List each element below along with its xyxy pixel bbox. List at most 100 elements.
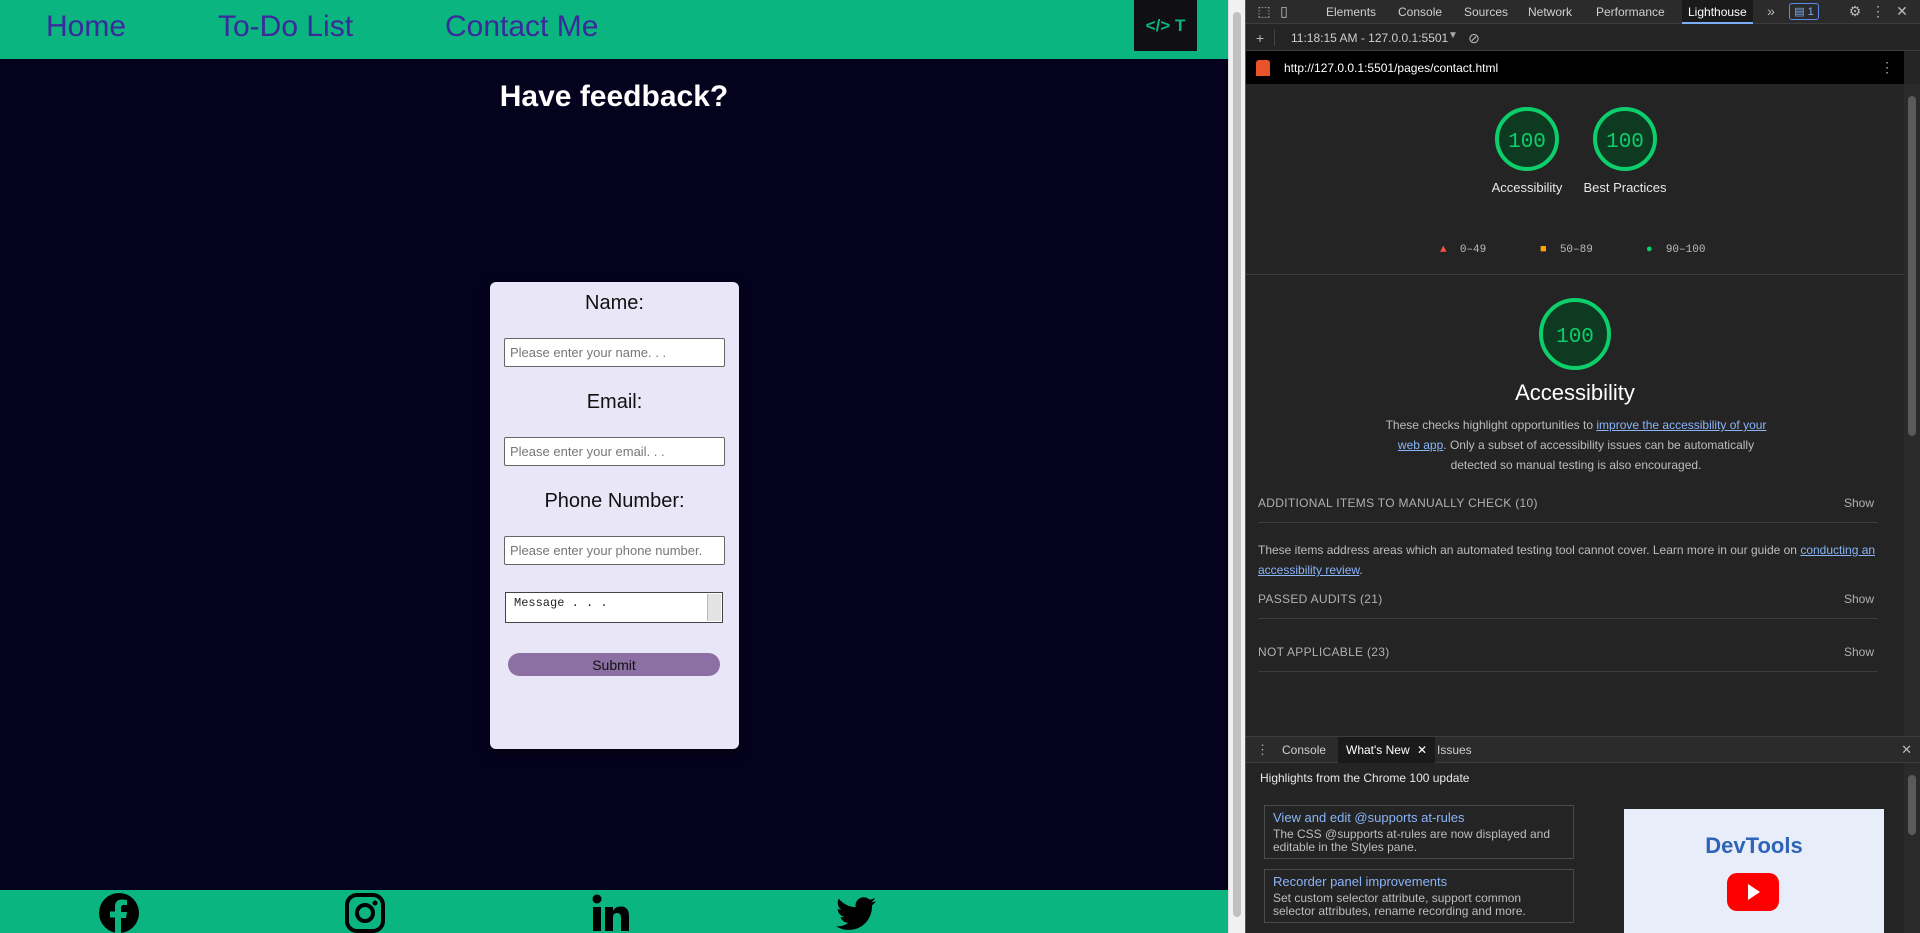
- lighthouse-report: 100 Accessibility 100 Best Practices ▲ 0…: [1246, 84, 1904, 736]
- chat-icon: ▤: [1794, 6, 1805, 18]
- report-url: http://127.0.0.1:5501/pages/contact.html: [1284, 61, 1499, 75]
- section-not-applicable[interactable]: NOT APPLICABLE (23): [1258, 645, 1390, 659]
- triangle-icon: ▲: [1440, 244, 1447, 256]
- device-toolbar-icon[interactable]: ▯: [1276, 3, 1292, 19]
- page-viewport: Home To-Do List Contact Me </> T Have fe…: [0, 0, 1228, 933]
- show-not-applicable-button[interactable]: Show: [1844, 645, 1874, 659]
- textarea-resize-handle[interactable]: [707, 594, 721, 621]
- news-item-body: The CSS @supports at-rules are now displ…: [1273, 827, 1550, 854]
- tab-performance[interactable]: Performance: [1596, 5, 1665, 19]
- close-icon[interactable]: ✕: [1417, 743, 1427, 757]
- navbar: Home To-Do List Contact Me </> T: [0, 0, 1228, 59]
- close-drawer-icon[interactable]: ✕: [1901, 742, 1912, 758]
- devtools-panel: ⬚ ▯ Elements Console Sources Network Per…: [1246, 0, 1920, 933]
- news-item-body: Set custom selector attribute, support c…: [1273, 891, 1526, 918]
- tab-network[interactable]: Network: [1528, 5, 1572, 19]
- report-menu-icon[interactable]: ⋮: [1880, 59, 1894, 76]
- tab-console[interactable]: Console: [1398, 5, 1442, 19]
- phone-input[interactable]: Please enter your phone number.: [504, 536, 725, 565]
- inspect-element-icon[interactable]: ⬚: [1256, 3, 1272, 19]
- site-logo[interactable]: </> T: [1134, 0, 1197, 51]
- tab-lighthouse[interactable]: Lighthouse: [1682, 0, 1753, 24]
- section-manual-check[interactable]: ADDITIONAL ITEMS TO MANUALLY CHECK (10): [1258, 496, 1538, 510]
- manual-check-text: These items address areas which an autom…: [1258, 543, 1801, 557]
- drawer-tabbar: ⋮ Console What's New ✕ Issues ✕: [1246, 737, 1920, 763]
- section-passed-audits[interactable]: PASSED AUDITS (21): [1258, 592, 1383, 606]
- report-scrollbar[interactable]: [1904, 84, 1920, 736]
- tab-elements[interactable]: Elements: [1326, 5, 1376, 19]
- legend-fail: ▲ 0–49: [1440, 244, 1486, 256]
- nav-contact-link[interactable]: Contact Me: [445, 10, 598, 44]
- drawer-tab-issues[interactable]: Issues: [1437, 743, 1472, 757]
- whats-new-title: Highlights from the Chrome 100 update: [1260, 771, 1470, 785]
- name-label: Name:: [585, 292, 644, 314]
- divider: [1258, 522, 1878, 523]
- chevron-down-icon[interactable]: ▼: [1448, 30, 1458, 41]
- divider: [1246, 274, 1904, 275]
- facebook-icon[interactable]: [98, 892, 140, 933]
- legend-average: ■ 50–89: [1540, 244, 1593, 256]
- best-practices-gauge-label: Best Practices: [1583, 180, 1667, 195]
- page-title: Have feedback?: [499, 80, 729, 113]
- category-description: These checks highlight opportunities to …: [1376, 415, 1776, 475]
- report-url-bar: http://127.0.0.1:5501/pages/contact.html…: [1246, 51, 1904, 84]
- youtube-play-icon[interactable]: [1727, 873, 1779, 911]
- name-input[interactable]: Please enter your name. . .: [504, 338, 725, 367]
- nav-home-link[interactable]: Home: [46, 10, 126, 44]
- devtools-video-thumbnail[interactable]: DevTools: [1624, 809, 1884, 933]
- clear-reports-icon[interactable]: ⊘: [1466, 30, 1482, 46]
- drawer-tab-console[interactable]: Console: [1282, 743, 1326, 757]
- lighthouse-toolbar: + 11:18:15 AM - 127.0.0.1:5501 ▼ ⊘: [1246, 25, 1920, 51]
- drawer-tab-whats-new-label: What's New: [1346, 743, 1410, 757]
- kebab-menu-icon[interactable]: ⋮: [1870, 3, 1886, 19]
- linkedin-icon[interactable]: [590, 892, 632, 933]
- legend-pass-label: 90–100: [1665, 244, 1706, 256]
- toolbar-divider: [1274, 29, 1275, 46]
- show-passed-audits-button[interactable]: Show: [1844, 592, 1874, 606]
- drawer-menu-icon[interactable]: ⋮: [1256, 742, 1269, 758]
- issues-badge[interactable]: ▤ 1: [1789, 3, 1819, 20]
- page-scrollbar[interactable]: [1228, 0, 1245, 933]
- divider: [1258, 618, 1878, 619]
- more-tabs-icon[interactable]: »: [1763, 3, 1779, 19]
- gear-icon[interactable]: ⚙: [1847, 3, 1863, 19]
- drawer-scrollbar[interactable]: [1904, 763, 1920, 933]
- square-icon: ■: [1540, 244, 1547, 256]
- lighthouse-icon: [1256, 60, 1270, 76]
- category-desc-text-end: . Only a subset of accessibility issues …: [1443, 438, 1755, 472]
- email-input[interactable]: Please enter your email. . .: [504, 437, 725, 466]
- drawer-scrollbar-thumb[interactable]: [1908, 775, 1916, 835]
- tab-sources[interactable]: Sources: [1464, 5, 1508, 19]
- report-scrollbar-thumb[interactable]: [1908, 96, 1916, 436]
- news-item-title[interactable]: Recorder panel improvements: [1273, 874, 1565, 889]
- category-title: Accessibility: [1515, 380, 1635, 405]
- manual-check-text-end: .: [1359, 563, 1363, 577]
- best-practices-gauge[interactable]: 100: [1590, 104, 1660, 174]
- twitter-icon[interactable]: [836, 892, 878, 933]
- contact-form: Name: Please enter your name. . . Email:…: [490, 282, 739, 749]
- circle-icon: ●: [1646, 244, 1653, 256]
- show-manual-check-button[interactable]: Show: [1844, 496, 1874, 510]
- message-textarea[interactable]: Message . . .: [505, 592, 723, 623]
- accessibility-gauge[interactable]: 100: [1492, 104, 1562, 174]
- news-item[interactable]: View and edit @supports at-rules The CSS…: [1264, 805, 1574, 859]
- new-report-icon[interactable]: +: [1252, 30, 1268, 46]
- message-placeholder: Message . . .: [514, 596, 608, 610]
- news-item[interactable]: Recorder panel improvements Set custom s…: [1264, 869, 1574, 923]
- devtools-drawer: ⋮ Console What's New ✕ Issues ✕ Highligh…: [1246, 736, 1920, 933]
- accessibility-score: 100: [1508, 131, 1546, 154]
- instagram-icon[interactable]: [344, 892, 386, 933]
- legend-pass: ● 90–100: [1646, 244, 1705, 256]
- devtools-tabbar: ⬚ ▯ Elements Console Sources Network Per…: [1246, 0, 1920, 24]
- category-score: 100: [1556, 326, 1594, 349]
- report-selector[interactable]: 11:18:15 AM - 127.0.0.1:5501: [1291, 31, 1448, 45]
- submit-button[interactable]: Submit: [508, 653, 720, 676]
- accessibility-gauge-label: Accessibility: [1491, 180, 1563, 195]
- legend-average-label: 50–89: [1559, 244, 1593, 256]
- drawer-tab-whats-new[interactable]: What's New ✕: [1338, 737, 1436, 763]
- email-label: Email:: [586, 391, 643, 413]
- page-scrollbar-thumb[interactable]: [1233, 12, 1241, 917]
- news-item-title[interactable]: View and edit @supports at-rules: [1273, 810, 1565, 825]
- close-devtools-icon[interactable]: ✕: [1894, 3, 1910, 19]
- nav-todo-link[interactable]: To-Do List: [218, 10, 353, 44]
